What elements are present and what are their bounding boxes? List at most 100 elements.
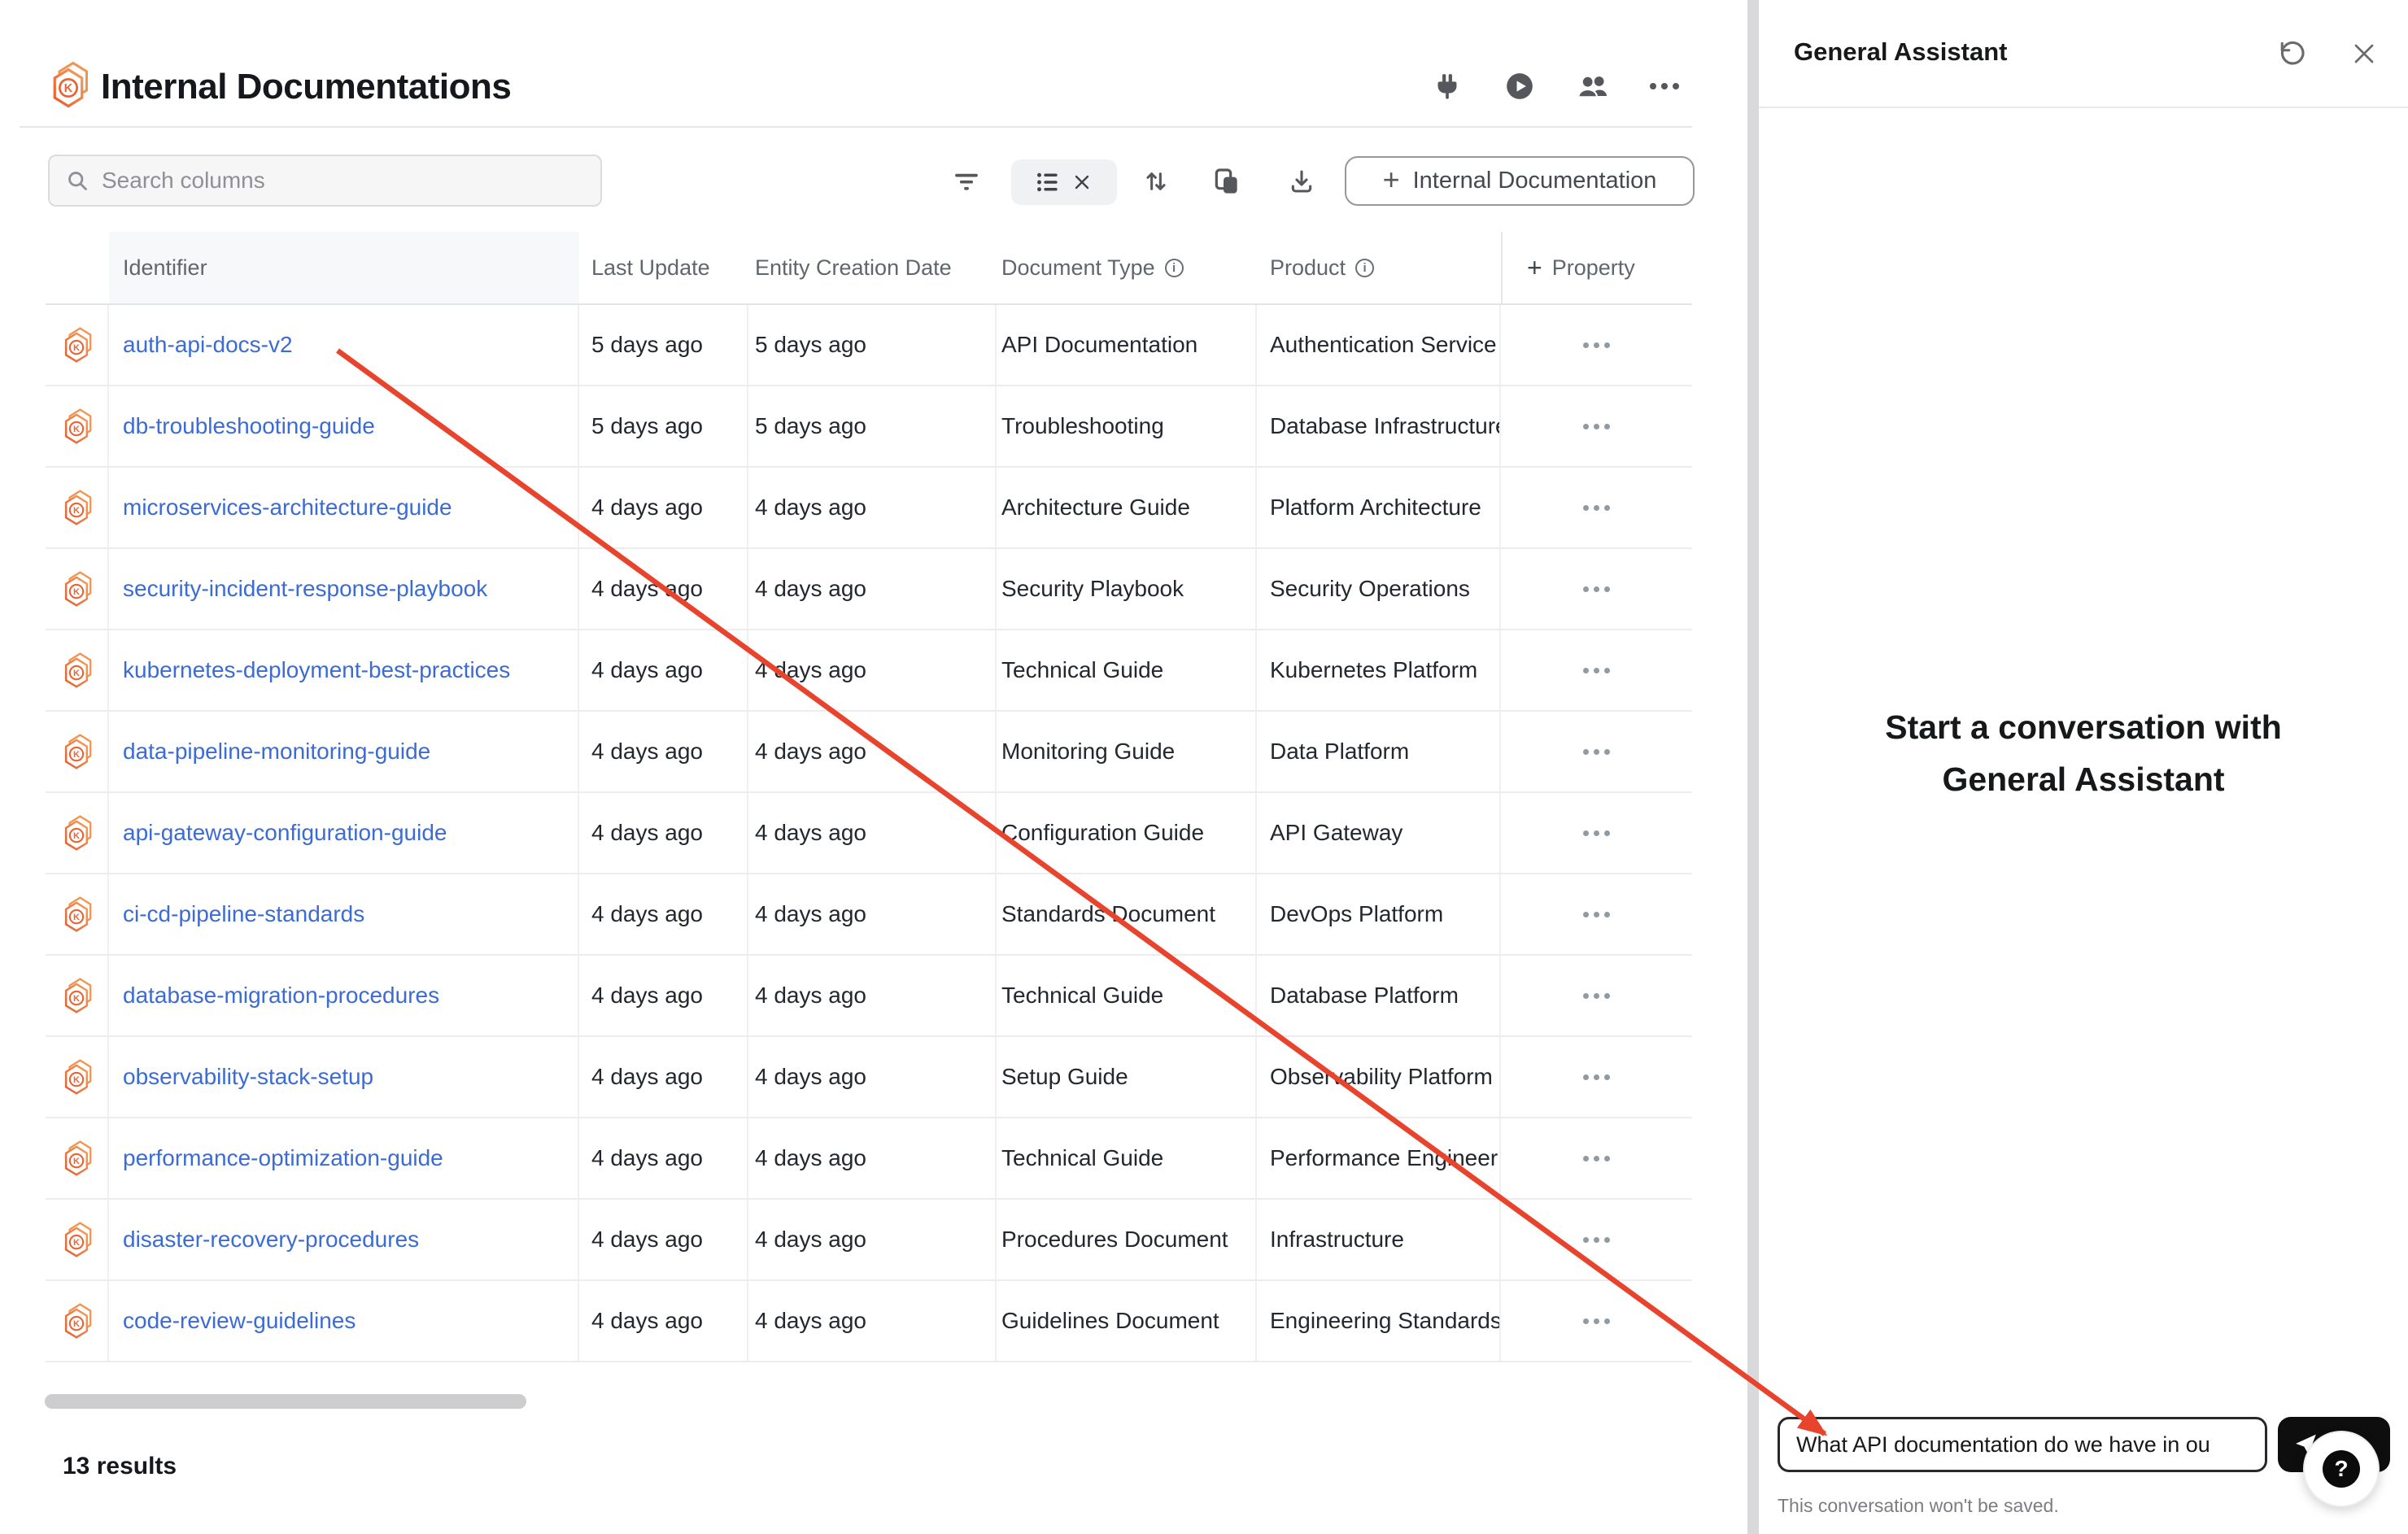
documents-table: Identifier Last Update Entity Creation D… xyxy=(46,232,1692,1362)
row-identifier-cell: ci-cd-pipeline-standards xyxy=(109,874,579,954)
identifier-link[interactable]: kubernetes-deployment-best-practices xyxy=(123,657,510,683)
dot-icon xyxy=(1583,1156,1589,1161)
panel-divider[interactable] xyxy=(1747,0,1759,1534)
plus-icon: + xyxy=(1527,255,1542,281)
row-last-update-cell: 4 days ago xyxy=(579,1281,748,1361)
header-entity-creation-date: Entity Creation Date xyxy=(748,232,997,303)
dot-icon xyxy=(1594,1074,1599,1080)
row-product-cell: Data Platform xyxy=(1257,712,1501,791)
row-entity-creation-cell: 5 days ago xyxy=(748,386,997,466)
row-more-button[interactable] xyxy=(1568,1144,1625,1173)
sort-button[interactable] xyxy=(1137,163,1175,200)
table-row: disaster-recovery-procedures 4 days ago … xyxy=(46,1200,1692,1281)
identifier-link[interactable]: db-troubleshooting-guide xyxy=(123,413,375,439)
row-more-button[interactable] xyxy=(1568,1307,1625,1336)
horizontal-scrollbar[interactable] xyxy=(45,1394,526,1409)
row-identifier-cell: auth-api-docs-v2 xyxy=(109,305,579,385)
dot-icon xyxy=(1583,1074,1589,1080)
app-root: Internal Documentations xyxy=(0,0,2408,1534)
row-identifier-cell: observability-stack-setup xyxy=(109,1037,579,1117)
row-icon-cell xyxy=(46,305,109,385)
row-more-button[interactable] xyxy=(1568,819,1625,848)
table-row: ci-cd-pipeline-standards 4 days ago 4 da… xyxy=(46,874,1692,956)
clear-view-icon[interactable] xyxy=(1072,172,1092,192)
share-users-button[interactable] xyxy=(1574,68,1610,104)
identifier-link[interactable]: api-gateway-configuration-guide xyxy=(123,820,447,846)
row-last-update-cell: 4 days ago xyxy=(579,712,748,791)
active-view-pill[interactable] xyxy=(1011,159,1117,205)
search-input[interactable] xyxy=(102,168,584,194)
row-more-button[interactable] xyxy=(1568,738,1625,766)
close-panel-button[interactable] xyxy=(2345,34,2384,73)
reset-conversation-button[interactable] xyxy=(2273,34,2312,73)
row-more-button[interactable] xyxy=(1568,1226,1625,1254)
row-icon-cell xyxy=(46,386,109,466)
more-actions-button[interactable] xyxy=(1647,68,1682,104)
dot-icon xyxy=(1583,749,1589,755)
identifier-link[interactable]: database-migration-procedures xyxy=(123,983,439,1009)
row-last-update-cell: 4 days ago xyxy=(579,956,748,1035)
dot-icon xyxy=(1594,1318,1599,1324)
row-identifier-cell: microservices-architecture-guide xyxy=(109,468,579,547)
copy-icon xyxy=(1214,168,1240,194)
table-row: auth-api-docs-v2 5 days ago 5 days ago A… xyxy=(46,305,1692,386)
header-document-type: Document Type i xyxy=(997,232,1257,303)
row-entity-creation-cell: 4 days ago xyxy=(748,793,997,873)
document-type-info-icon[interactable]: i xyxy=(1165,259,1184,277)
row-more-button[interactable] xyxy=(1568,575,1625,604)
row-icon-cell xyxy=(46,874,109,954)
row-product-cell: Infrastructure xyxy=(1257,1200,1501,1279)
page-title: Internal Documentations xyxy=(101,67,511,107)
create-internal-documentation-button[interactable]: + Internal Documentation xyxy=(1345,156,1695,206)
identifier-link[interactable]: ci-cd-pipeline-standards xyxy=(123,901,364,927)
identifier-link[interactable]: performance-optimization-guide xyxy=(123,1145,443,1171)
row-more-button[interactable] xyxy=(1568,656,1625,685)
identifier-link[interactable]: microservices-architecture-guide xyxy=(123,495,452,521)
row-more-button[interactable] xyxy=(1568,412,1625,441)
identifier-link[interactable]: security-incident-response-playbook xyxy=(123,576,487,602)
dot-icon xyxy=(1604,342,1610,348)
row-more-button[interactable] xyxy=(1568,982,1625,1010)
row-more-button[interactable] xyxy=(1568,331,1625,360)
row-document-type-cell: Troubleshooting xyxy=(997,386,1257,466)
empty-state-line1: Start a conversation with xyxy=(1759,701,2408,753)
more-dots-icon xyxy=(1649,82,1680,90)
document-hexagon-icon xyxy=(60,326,93,364)
identifier-link[interactable]: data-pipeline-monitoring-guide xyxy=(123,739,430,765)
row-entity-creation-cell: 4 days ago xyxy=(748,1037,997,1117)
row-icon-cell xyxy=(46,549,109,629)
assistant-message-input[interactable] xyxy=(1778,1417,2267,1472)
row-entity-creation-cell: 4 days ago xyxy=(748,630,997,710)
download-button[interactable] xyxy=(1283,163,1320,200)
row-property-cell xyxy=(1501,1118,1692,1198)
row-document-type-cell: Procedures Document xyxy=(997,1200,1257,1279)
help-button[interactable]: ? xyxy=(2303,1431,2380,1507)
integrations-button[interactable] xyxy=(1429,68,1465,104)
identifier-link[interactable]: disaster-recovery-procedures xyxy=(123,1227,419,1253)
identifier-link[interactable]: observability-stack-setup xyxy=(123,1064,373,1090)
row-product-cell: API Gateway xyxy=(1257,793,1501,873)
filter-button[interactable] xyxy=(948,163,985,200)
copy-button[interactable] xyxy=(1208,163,1245,200)
product-info-icon[interactable]: i xyxy=(1355,259,1374,277)
table-row: data-pipeline-monitoring-guide 4 days ag… xyxy=(46,712,1692,793)
identifier-link[interactable]: code-review-guidelines xyxy=(123,1308,356,1334)
add-property-button[interactable]: + Property xyxy=(1501,232,1692,303)
document-hexagon-icon xyxy=(60,1058,93,1096)
dot-icon xyxy=(1594,342,1599,348)
document-hexagon-icon xyxy=(60,1221,93,1258)
row-property-cell xyxy=(1501,712,1692,791)
row-more-button[interactable] xyxy=(1568,1063,1625,1092)
row-document-type-cell: Setup Guide xyxy=(997,1037,1257,1117)
run-playbook-button[interactable] xyxy=(1502,68,1538,104)
row-more-button[interactable] xyxy=(1568,900,1625,929)
document-hexagon-icon xyxy=(60,1302,93,1340)
row-document-type-cell: Guidelines Document xyxy=(997,1281,1257,1361)
row-identifier-cell: database-migration-procedures xyxy=(109,956,579,1035)
empty-state-line2: General Assistant xyxy=(1759,753,2408,805)
identifier-link[interactable]: auth-api-docs-v2 xyxy=(123,332,293,358)
main-panel: Internal Documentations xyxy=(0,0,1747,1534)
row-more-button[interactable] xyxy=(1568,494,1625,522)
row-icon-cell xyxy=(46,712,109,791)
row-identifier-cell: data-pipeline-monitoring-guide xyxy=(109,712,579,791)
